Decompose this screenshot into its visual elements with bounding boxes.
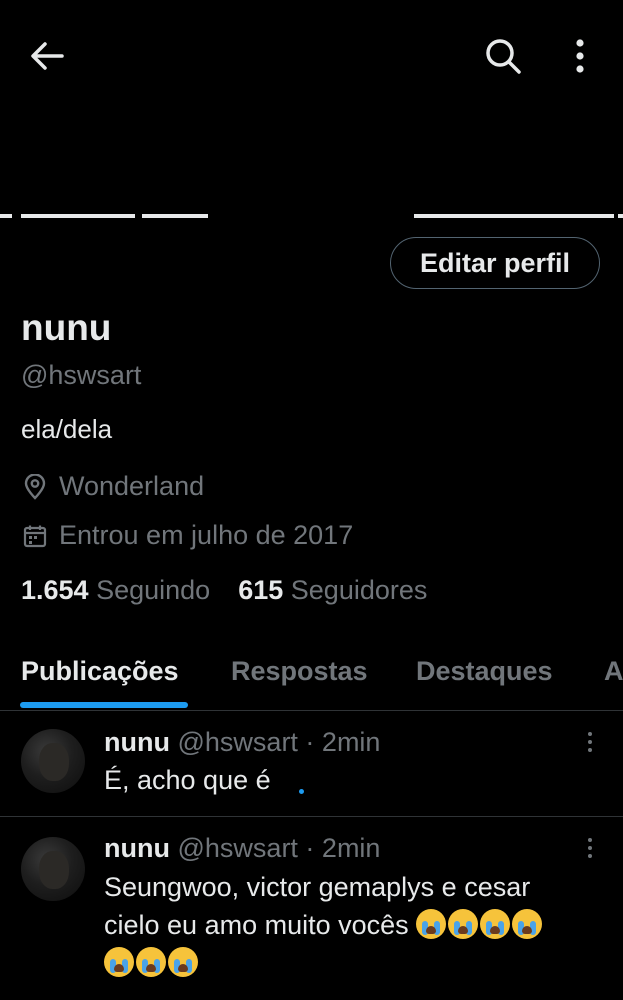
crying-emoji-icon: [480, 909, 511, 939]
post-handle-time: @hswsart · 2min: [177, 727, 381, 757]
location-text: Wonderland: [59, 471, 205, 501]
post-author-name[interactable]: nunu: [104, 833, 170, 863]
tab-partial[interactable]: A: [604, 656, 623, 687]
post-text: É, acho que é: [104, 765, 271, 795]
crying-emoji-icon: [136, 947, 166, 977]
banner-line: [21, 214, 135, 218]
banner-divider: [0, 214, 623, 224]
following-label: Seguindo: [96, 575, 211, 605]
scroll-indicator-dot: [299, 789, 304, 794]
followers-link[interactable]: 615 Seguidores: [238, 575, 427, 606]
crying-emoji-icon: [448, 909, 479, 939]
edit-profile-button[interactable]: Editar perfil: [390, 237, 600, 289]
post-text-line: Seungwoo, victor gemaplys e cesar: [104, 872, 531, 902]
follow-stats: 1.654 Seguindo 615 Seguidores: [21, 575, 427, 606]
post-text: Seungwoo, victor gemaplys e cesar cielo …: [104, 868, 604, 982]
top-bar: [0, 0, 623, 110]
post-header: nunu @hswsart · 2min: [104, 833, 380, 864]
more-vertical-icon: [576, 39, 584, 73]
crying-emoji-icon: [416, 909, 447, 939]
tab-destaques[interactable]: Destaques: [416, 656, 553, 687]
arrow-left-icon: [31, 42, 64, 70]
post-more-icon[interactable]: [578, 727, 602, 757]
post-text-line: cielo eu amo muito vocês: [104, 906, 604, 944]
post-item[interactable]: nunu @hswsart · 2min Seungwoo, victor ge…: [0, 817, 623, 1000]
tab-publicacoes[interactable]: Publicações: [21, 656, 179, 687]
location-row: Wonderland: [21, 471, 204, 502]
post-item[interactable]: nunu @hswsart · 2min É, acho que é: [0, 711, 623, 817]
avatar[interactable]: [21, 837, 85, 901]
following-count: 1.654: [21, 575, 89, 605]
location-pin-icon: [21, 473, 49, 501]
post-more-icon[interactable]: [578, 833, 602, 863]
joined-row: Entrou em julho de 2017: [21, 520, 353, 551]
profile-name: nunu: [21, 307, 112, 348]
post-author-name[interactable]: nunu: [104, 727, 170, 757]
crying-emoji-icon: [104, 947, 134, 977]
banner-line: [414, 214, 614, 218]
avatar[interactable]: [21, 729, 85, 793]
tab-respostas[interactable]: Respostas: [231, 656, 368, 687]
banner-line: [0, 214, 12, 218]
crying-emoji-icon: [512, 909, 543, 939]
more-options-button[interactable]: [560, 32, 600, 80]
active-tab-indicator: [20, 702, 188, 708]
banner-line: [618, 214, 623, 218]
followers-label: Seguidores: [290, 575, 428, 605]
profile-handle: @hswsart: [21, 360, 142, 390]
search-icon: [486, 39, 521, 74]
banner-line: [142, 214, 208, 218]
search-button[interactable]: [478, 32, 528, 80]
post-text-line: [104, 944, 604, 982]
joined-text: Entrou em julho de 2017: [59, 520, 354, 550]
profile-bio: ela/dela: [21, 414, 113, 444]
following-link[interactable]: 1.654 Seguindo: [21, 575, 210, 606]
followers-count: 615: [238, 575, 284, 605]
post-header: nunu @hswsart · 2min: [104, 727, 380, 758]
calendar-icon: [21, 522, 49, 550]
profile-tabs: Publicações Respostas Destaques A: [0, 640, 623, 711]
crying-emoji-icon: [168, 947, 198, 977]
back-button[interactable]: [22, 34, 72, 78]
post-handle-time: @hswsart · 2min: [177, 833, 381, 863]
